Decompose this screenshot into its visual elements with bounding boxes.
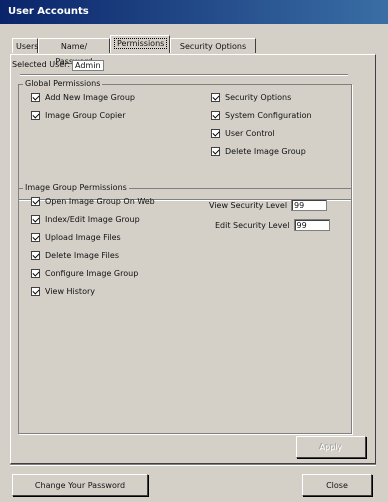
- checkbox-image-group-copier[interactable]: Image Group Copier: [31, 111, 126, 120]
- checkbox-icon[interactable]: [211, 93, 220, 102]
- checkbox-label: User Control: [225, 129, 275, 138]
- checkbox-label: View History: [45, 287, 95, 296]
- checkbox-label: Open Image Group On Web: [45, 197, 155, 206]
- checkbox-icon[interactable]: [211, 147, 220, 156]
- checkbox-label: Delete Image Group: [225, 147, 306, 156]
- close-button-label: Close: [326, 480, 348, 490]
- tab-name-password[interactable]: Name/ Password: [38, 38, 110, 66]
- tab-users[interactable]: Users: [12, 38, 38, 53]
- checkbox-configure-image-group[interactable]: Configure Image Group: [31, 269, 138, 278]
- edit-security-level-label: Edit Security Level: [215, 220, 290, 230]
- change-password-button[interactable]: Change Your Password: [12, 474, 148, 496]
- view-security-level-input[interactable]: 99: [291, 199, 328, 211]
- checkbox-icon[interactable]: [31, 269, 40, 278]
- checkbox-icon[interactable]: [31, 287, 40, 296]
- global-permissions-title: Global Permissions: [23, 79, 103, 88]
- change-password-label: Change Your Password: [34, 480, 126, 490]
- tab-security-options-label: Security Options: [179, 42, 247, 51]
- user-accounts-window: Users Name/ Password Permissions Securit…: [0, 24, 388, 502]
- checkbox-security-options[interactable]: Security Options: [211, 93, 291, 102]
- checkbox-icon[interactable]: [31, 215, 40, 224]
- selected-user-label: Selected User:: [12, 60, 71, 69]
- checkbox-icon[interactable]: [211, 129, 220, 138]
- checkbox-icon[interactable]: [31, 93, 40, 102]
- checkbox-add-new-image-group[interactable]: Add New Image Group: [31, 93, 135, 102]
- checkbox-icon[interactable]: [31, 251, 40, 260]
- view-security-level-row: View Security Level 99: [209, 199, 328, 211]
- checkbox-icon[interactable]: [31, 111, 40, 120]
- tab-permissions[interactable]: Permissions: [110, 35, 170, 53]
- checkbox-index-edit-image-group[interactable]: Index/Edit Image Group: [31, 215, 140, 224]
- close-button[interactable]: Close: [302, 474, 372, 496]
- checkbox-label: System Configuration: [225, 111, 312, 120]
- selected-user-value: Admin: [72, 60, 104, 71]
- checkbox-icon[interactable]: [31, 233, 40, 242]
- checkbox-label: Upload Image Files: [45, 233, 121, 242]
- checkbox-user-control[interactable]: User Control: [211, 129, 275, 138]
- checkbox-delete-image-group[interactable]: Delete Image Group: [211, 147, 306, 156]
- tab-security-options[interactable]: Security Options: [170, 38, 256, 53]
- apply-button[interactable]: Apply: [296, 436, 366, 458]
- checkbox-label: Security Options: [225, 93, 292, 102]
- edit-security-level-input[interactable]: 99: [293, 219, 330, 231]
- image-group-permissions-title: Image Group Permissions: [23, 183, 129, 192]
- edit-security-level-row: Edit Security Level 99: [215, 219, 330, 231]
- tab-permissions-label: Permissions: [114, 38, 168, 49]
- divider: [20, 74, 348, 76]
- checkbox-icon[interactable]: [211, 111, 220, 120]
- checkbox-label: Delete Image Files: [45, 251, 119, 260]
- tab-users-label: Users: [16, 42, 39, 51]
- view-security-level-label: View Security Level: [209, 200, 288, 210]
- checkbox-view-history[interactable]: View History: [31, 287, 95, 296]
- checkbox-label: Configure Image Group: [45, 269, 139, 278]
- image-group-permissions-group: Image Group Permissions Open Image Group…: [18, 183, 352, 434]
- checkbox-upload-image-files[interactable]: Upload Image Files: [31, 233, 121, 242]
- checkbox-label: Image Group Copier: [45, 111, 126, 120]
- bottom-divider: [10, 464, 376, 466]
- checkbox-label: Index/Edit Image Group: [45, 215, 140, 224]
- selected-user: Selected User: Admin: [12, 60, 104, 71]
- checkbox-open-image-group-on-web[interactable]: Open Image Group On Web: [31, 197, 155, 206]
- window-title: User Accounts: [0, 0, 388, 24]
- checkbox-icon[interactable]: [31, 197, 40, 206]
- checkbox-delete-image-files[interactable]: Delete Image Files: [31, 251, 119, 260]
- checkbox-system-configuration[interactable]: System Configuration: [211, 111, 312, 120]
- checkbox-label: Add New Image Group: [45, 93, 135, 102]
- apply-button-label: Apply: [319, 442, 343, 452]
